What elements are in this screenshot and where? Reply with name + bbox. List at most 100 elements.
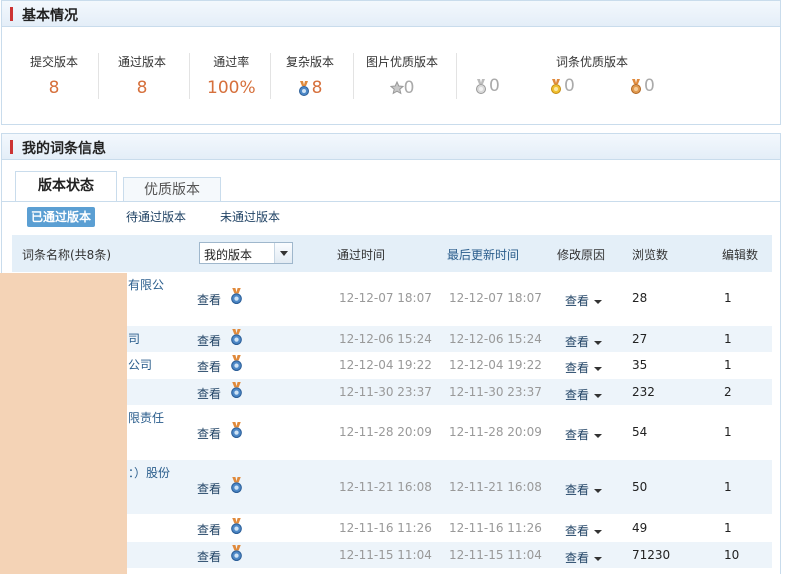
quality-gold: 0 [550,76,575,96]
stat-label: 复杂版本 [286,55,335,69]
divider [353,53,354,99]
reason-dropdown[interactable]: 查看 [565,359,603,376]
tab-version-status[interactable]: 版本状态 [15,171,117,202]
edits-count: 1 [724,480,732,494]
bronze-medal-icon [630,78,642,94]
reason-label: 查看 [565,294,590,308]
reason-dropdown[interactable]: 查看 [565,481,603,498]
last-update-time: 12-11-21 16:08 [449,480,542,494]
chevron-down-icon [594,529,603,534]
stat-value: 8 [311,78,323,98]
entry-name[interactable]: 司 [128,328,182,350]
last-update-time: 12-12-07 18:07 [449,291,542,305]
reason-label: 查看 [565,361,590,375]
stat-value: 8 [136,78,148,98]
view-link[interactable]: 查看 [197,521,221,538]
edits-count: 1 [724,425,732,439]
chevron-down-icon [594,340,603,345]
table-header: 词条名称(共8条) 我的版本 通过时间 最后更新时间 修改原因 浏览数 编辑数 [12,235,772,272]
pass-time: 12-12-07 18:07 [339,291,432,305]
header-accent-bar [10,140,13,154]
stat-pass-rate: 通过率 100% [207,53,256,98]
views-count: 232 [632,385,655,399]
reason-dropdown[interactable]: 查看 [565,426,603,443]
chevron-down-icon [594,366,603,371]
view-link[interactable]: 查看 [197,332,221,349]
entries-header: 我的词条信息 [2,134,780,160]
edits-count: 1 [724,332,732,346]
quality-value: 0 [489,76,500,96]
redaction-block [0,273,127,574]
reason-dropdown[interactable]: 查看 [565,522,603,539]
stat-entry-quality: 词条优质版本 [556,53,628,70]
view-link[interactable]: 查看 [197,480,221,497]
stat-value: 8 [48,78,60,98]
view-link[interactable]: 查看 [197,385,221,402]
silver-medal-icon [475,78,487,94]
tab-underline [2,201,780,202]
subtab-passed[interactable]: 已通过版本 [27,207,96,227]
pass-time: 12-11-15 11:04 [339,548,432,562]
last-update-time: 12-11-15 11:04 [449,548,542,562]
views-count: 54 [632,425,648,439]
last-update-time: 12-11-16 11:26 [449,521,542,535]
entries-title: 我的词条信息 [22,141,106,157]
tab-quality-version[interactable]: 优质版本 [123,177,221,202]
stat-label: 提交版本 [30,55,79,69]
pass-time: 12-11-16 11:26 [339,521,432,535]
edits-count: 10 [724,548,740,562]
views-count: 50 [632,480,648,494]
my-version-select[interactable]: 我的版本 [199,242,293,264]
col-name: 词条名称(共8条) [22,248,111,262]
col-views: 浏览数 [632,248,669,262]
reason-dropdown[interactable]: 查看 [565,292,603,309]
reason-dropdown[interactable]: 查看 [565,549,603,566]
entry-name[interactable]: ：）股份 [128,462,182,484]
divider [270,53,271,99]
grey-star-medal-icon [389,80,404,96]
subtab-pending[interactable]: 待通过版本 [122,207,190,227]
basic-info-title: 基本情况 [22,8,78,24]
entry-name[interactable]: 限责任 [128,407,182,429]
col-pass-time[interactable]: 通过时间 [337,246,385,263]
chevron-down-icon [594,393,603,398]
last-update-time: 12-12-06 15:24 [449,332,542,346]
reason-dropdown[interactable]: 查看 [565,386,603,403]
reason-label: 查看 [565,428,590,442]
divider [189,53,190,99]
pass-time: 12-11-21 16:08 [339,480,432,494]
quality-silver: 0 [475,76,500,96]
blue-medal-icon [230,288,243,307]
chevron-down-icon [594,556,603,561]
gold-medal-icon [550,78,562,94]
blue-medal-icon [230,477,243,496]
reason-dropdown[interactable]: 查看 [565,333,603,350]
chevron-down-icon[interactable] [274,243,292,263]
views-count: 28 [632,291,648,305]
entry-name[interactable]: 有限公 [128,274,182,296]
edits-count: 1 [724,521,732,535]
blue-medal-icon [230,355,243,374]
quality-bronze: 0 [630,76,655,96]
views-count: 27 [632,332,648,346]
stat-passed: 通过版本 8 [118,53,166,98]
entry-name[interactable]: 公司 [128,354,182,376]
blue-medal-icon [298,80,310,96]
view-link[interactable]: 查看 [197,291,221,308]
reason-label: 查看 [565,551,590,565]
edits-count: 1 [724,358,732,372]
col-last-update[interactable]: 最后更新时间 [447,246,519,263]
view-link[interactable]: 查看 [197,425,221,442]
view-link[interactable]: 查看 [197,548,221,565]
stat-value: 100% [207,78,256,98]
col-edits: 编辑数 [722,248,759,262]
pass-time: 12-12-04 19:22 [339,358,432,372]
subtab-rejected[interactable]: 未通过版本 [216,207,284,227]
header-accent-bar [10,7,13,21]
edits-count: 1 [724,291,732,305]
reason-label: 查看 [565,335,590,349]
blue-medal-icon [230,382,243,401]
view-link[interactable]: 查看 [197,358,221,375]
stat-value: 0 [403,78,415,98]
chevron-down-icon [594,299,603,304]
